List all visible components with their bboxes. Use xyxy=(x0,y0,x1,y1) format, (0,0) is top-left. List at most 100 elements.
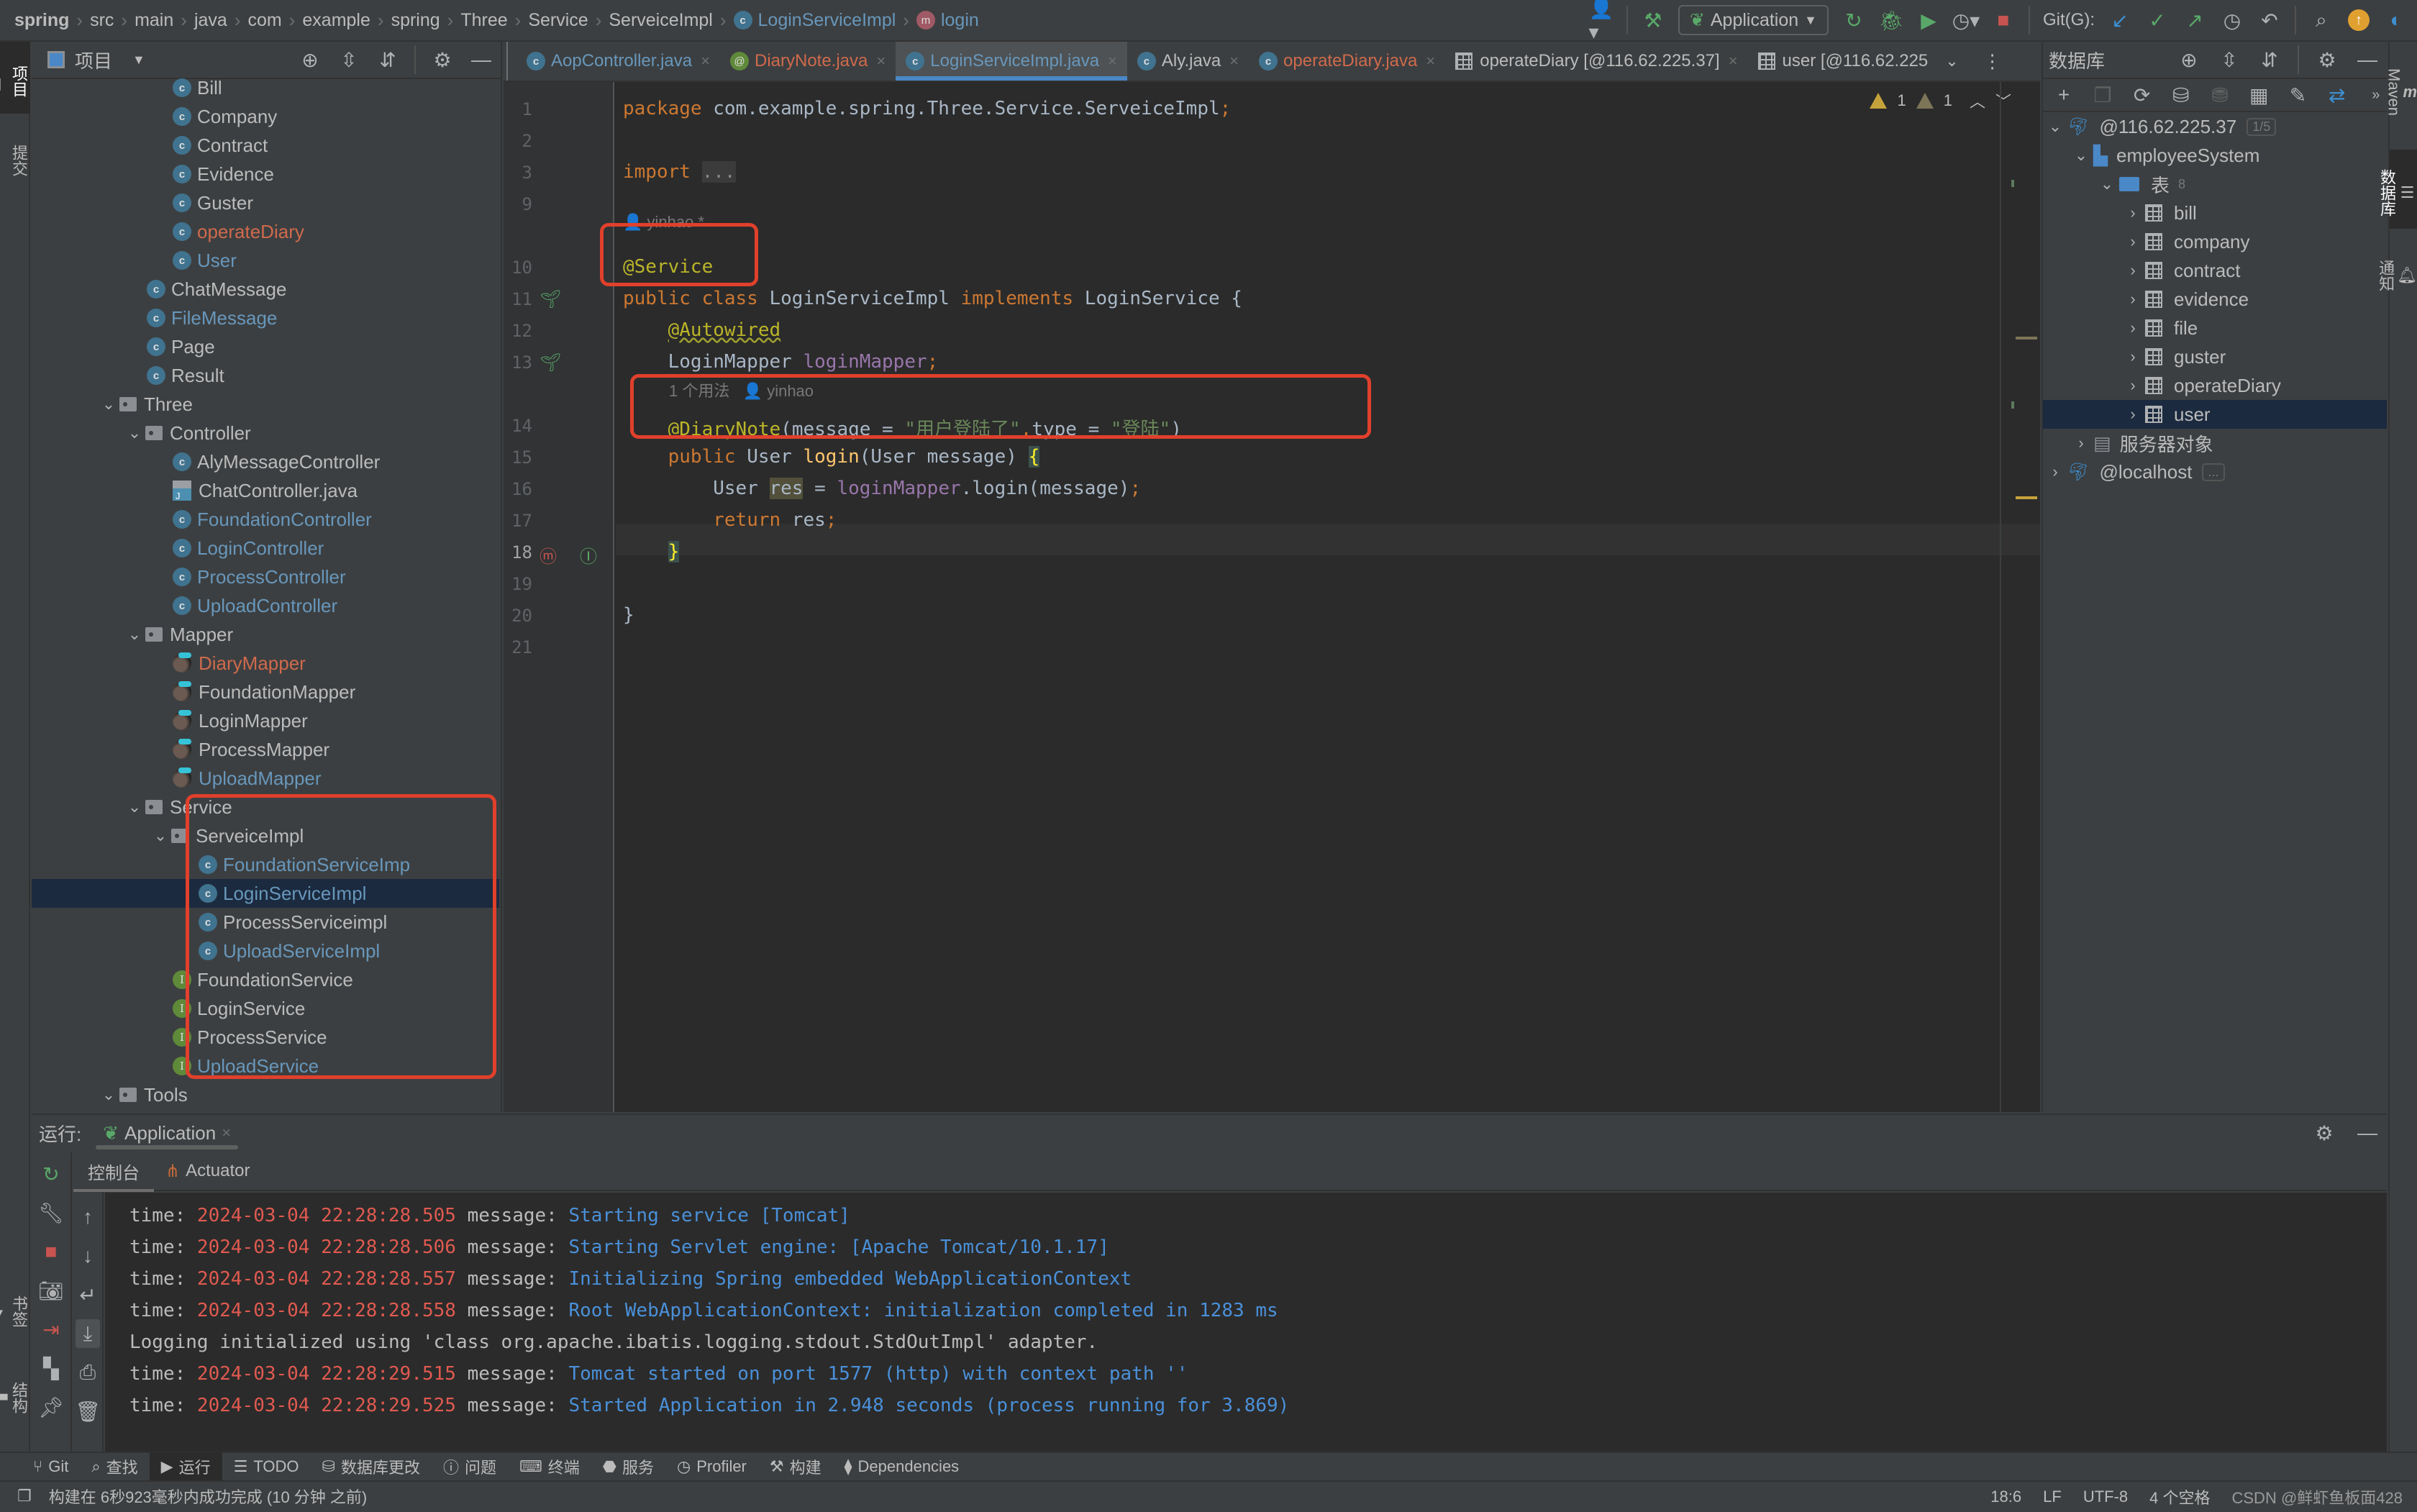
add-icon[interactable]: + xyxy=(2053,81,2075,109)
project-tree-item[interactable]: c UploadServiceImpl xyxy=(32,937,499,965)
tab-list-chevron-icon[interactable]: ⌄ xyxy=(1945,52,1958,70)
project-tree-item[interactable]: c Bill xyxy=(32,73,499,102)
project-tool-tab[interactable]: 项目 ▮ xyxy=(0,42,30,114)
project-tree-item[interactable]: c LoginController xyxy=(32,534,499,563)
breadcrumb-item[interactable]: src xyxy=(87,10,117,31)
rerun-icon[interactable]: ↻ xyxy=(1842,6,1866,35)
editor-tab[interactable]: c operateDiary.java × xyxy=(1249,42,1445,81)
bean-icon[interactable]: 🌱︎ xyxy=(540,352,561,373)
history-icon[interactable]: ◷ xyxy=(2220,6,2244,35)
git-push-icon[interactable]: ↗ xyxy=(2182,6,2207,35)
method-icon[interactable]: ⓜ xyxy=(540,542,557,568)
stop-icon[interactable]: ■ xyxy=(39,1237,63,1266)
locate-icon[interactable]: ⊕ xyxy=(298,45,322,74)
project-tree-item[interactable]: I LoginService xyxy=(32,994,499,1023)
database-tool-tab[interactable]: ☰ 数据库 xyxy=(2378,150,2417,229)
editor-tab[interactable]: operateDiary [@116.62.225.37] × xyxy=(1445,42,1747,81)
file-encoding[interactable]: UTF-8 xyxy=(2083,1488,2128,1506)
db-disconnect-icon[interactable]: ⛃ xyxy=(2209,81,2231,109)
project-tree-item[interactable]: I ProcessService xyxy=(32,1023,499,1052)
bookmarks-tool-tab[interactable]: 书签 ▼ xyxy=(0,1272,30,1351)
git-update-icon[interactable]: ↙ xyxy=(2108,6,2132,35)
profile-icon[interactable]: ◷▾ xyxy=(1952,6,1980,35)
project-tree-item[interactable]: c FoundationServiceImp xyxy=(32,850,499,879)
locate-icon[interactable]: ⊕ xyxy=(2177,45,2201,74)
pin-icon[interactable]: 📌︎ xyxy=(38,1393,64,1421)
tool-tab-git[interactable]: ⑂ Git xyxy=(22,1452,80,1481)
maven-tool-tab[interactable]: m Maven xyxy=(2385,49,2417,135)
project-tree-item[interactable]: c Page xyxy=(32,332,499,361)
gear-icon[interactable]: ⚙ xyxy=(2312,1119,2336,1147)
code-line[interactable]: package com.example.spring.Three.Service… xyxy=(623,98,1231,119)
tool-tab-db-changes[interactable]: ⛁ 数据库更改 xyxy=(311,1452,432,1481)
breadcrumb-item[interactable]: com xyxy=(245,10,284,31)
debug-icon[interactable]: 🐞︎ xyxy=(1878,6,1904,35)
tool-tab-problems[interactable]: ⓘ 问题 xyxy=(432,1452,508,1481)
project-tree-item[interactable]: ⌄ Three xyxy=(32,390,499,419)
code-line[interactable]: } xyxy=(623,541,680,563)
project-tree-item[interactable]: c User xyxy=(32,246,499,275)
db-server-objects-node[interactable]: › ▤ 服务器对象 xyxy=(2043,429,2387,457)
code-line[interactable]: @Autowired xyxy=(623,319,781,341)
run-tab-application[interactable]: ❦ Application × xyxy=(96,1115,238,1151)
git-commit-icon[interactable]: ✓ xyxy=(2145,6,2170,35)
tool-tab-build[interactable]: ⚒ 构建 xyxy=(758,1452,833,1481)
expand-all-icon[interactable]: ⇳ xyxy=(337,45,361,74)
code-editor[interactable]: 1 2 3 9 10 11 12 13 14 15 16 17 18 19 20 21 🌱︎ 🌱︎ ⓜ Ⓘ packa… xyxy=(504,82,2040,1112)
duplicate-icon[interactable]: ❐ xyxy=(2092,81,2113,109)
project-tree-item[interactable]: ⌄ ServeiceImpl xyxy=(32,821,499,850)
project-tree-item[interactable]: c Company xyxy=(32,102,499,131)
close-icon[interactable]: × xyxy=(1426,52,1435,70)
db-table-node[interactable]: › guster xyxy=(2043,342,2387,371)
project-tree-item[interactable]: c ProcessController xyxy=(32,563,499,591)
project-tree-item[interactable]: ⌄ Tools xyxy=(32,1080,499,1106)
db-table-node[interactable]: › evidence xyxy=(2043,285,2387,314)
breadcrumb-item[interactable]: Three xyxy=(458,10,510,31)
rollback-icon[interactable]: ↶ xyxy=(2257,6,2282,35)
db-properties-icon[interactable]: ⛁ xyxy=(2170,81,2192,109)
soft-wrap-icon[interactable]: ↵ xyxy=(76,1280,100,1309)
breadcrumb-item[interactable]: java xyxy=(191,10,230,31)
camera-icon[interactable]: 📷︎ xyxy=(38,1276,64,1305)
db-host-node[interactable]: ⌄ 🐬︎ @116.62.225.37 1/5 xyxy=(2043,112,2387,141)
code-line[interactable]: LoginMapper loginMapper; xyxy=(623,351,939,373)
compare-icon[interactable]: ⇄ xyxy=(2326,81,2348,109)
editor-tab[interactable]: c LoginServiceImpl.java × xyxy=(896,42,1127,81)
project-tree-item[interactable]: ⌄ Controller xyxy=(32,419,499,447)
refresh-icon[interactable]: ⟳ xyxy=(2131,81,2152,109)
project-tree-item[interactable]: UploadMapper xyxy=(32,764,499,793)
db-table-node[interactable]: › user xyxy=(2043,400,2387,429)
usage-hint[interactable]: 1 个用法 👤 yinhao xyxy=(669,378,814,401)
run-config-select[interactable]: ❦ Application ▼ xyxy=(1678,5,1829,35)
code-line[interactable]: } xyxy=(623,604,634,626)
tool-tab-list[interactable]: ☰ TODO xyxy=(222,1452,311,1481)
build-hammer-icon[interactable]: ⚒ xyxy=(1641,6,1665,35)
breadcrumb-item[interactable]: ServeiceImpl xyxy=(606,10,716,31)
project-tree-item[interactable]: ProcessMapper xyxy=(32,735,499,764)
editor-scrollbar[interactable] xyxy=(2000,82,2040,1112)
print-icon[interactable]: ⎙ xyxy=(76,1358,100,1387)
commit-tool-tab[interactable]: 提交 ⊸ xyxy=(0,124,30,196)
exit-icon[interactable]: ⇥ xyxy=(39,1315,63,1344)
db-table-node[interactable]: › company xyxy=(2043,227,2387,256)
panel-toggle-icon[interactable]: ❐ xyxy=(17,1487,32,1506)
breadcrumb-item[interactable]: Service xyxy=(525,10,591,31)
console-tab[interactable]: 控制台 xyxy=(73,1152,154,1192)
bean-icon[interactable]: 🌱︎ xyxy=(540,289,561,310)
code-line[interactable]: @Service xyxy=(623,256,713,278)
project-tree-item[interactable]: I FoundationService xyxy=(32,965,499,994)
project-tree-item[interactable]: c ProcessServiceimpl xyxy=(32,908,499,937)
edit-icon[interactable]: ✎ xyxy=(2287,81,2308,109)
project-tree-item[interactable]: c UploadController xyxy=(32,591,499,620)
editor-tab[interactable]: @ DiaryNote.java × xyxy=(720,42,896,81)
project-tree-item[interactable]: c ChatMessage xyxy=(32,275,499,304)
tool-tab-profiler[interactable]: ◷ Profiler xyxy=(665,1452,758,1481)
indent-setting[interactable]: 4 个空格 xyxy=(2149,1485,2210,1508)
layout-icon[interactable]: ▚ xyxy=(39,1354,63,1383)
table-editor-icon[interactable]: ▦ xyxy=(2248,81,2270,109)
gear-icon[interactable]: ⚙ xyxy=(2315,45,2339,74)
project-tree-item[interactable]: c FoundationController xyxy=(32,505,499,534)
rerun-icon[interactable]: ↻ xyxy=(39,1160,63,1188)
code-line[interactable]: @DiaryNote(message = "用户登陆了",type = "登陆"… xyxy=(623,414,1182,441)
user-icon[interactable]: 👤▾ xyxy=(1588,0,1613,43)
